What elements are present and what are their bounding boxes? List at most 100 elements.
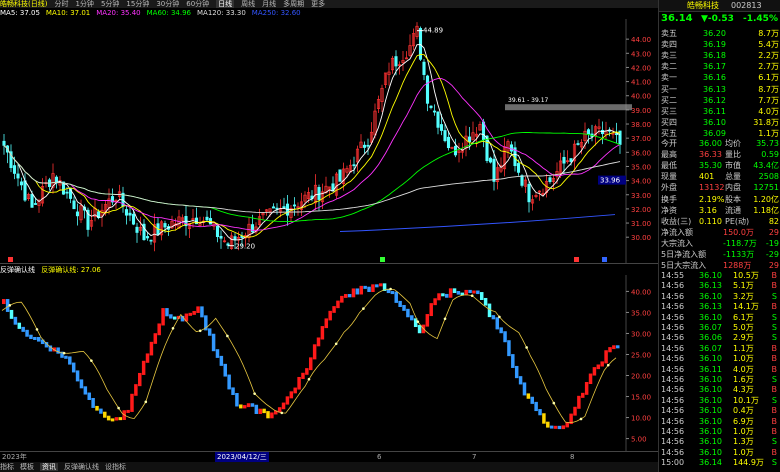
candle-body — [124, 209, 129, 216]
tick-row-11-cell-3: B — [771, 385, 778, 395]
tick-row-7-cell-1: 36.07 — [699, 343, 722, 353]
indicator-block — [371, 284, 375, 293]
indicator-block — [246, 403, 251, 408]
tick-row-6-cell-0: 14:56 — [661, 333, 685, 343]
indicator-dot — [226, 334, 229, 338]
indicator-block — [91, 397, 95, 408]
buy-level-2-cell-1: 36.12 — [703, 96, 726, 105]
indicator-dot — [362, 307, 365, 310]
indicator-block — [511, 354, 515, 368]
menu-item-3[interactable]: 15分钟 — [126, 0, 149, 8]
indicator-block — [600, 361, 604, 367]
chart-title: 皓畅科技(日线) — [0, 0, 48, 8]
stat-row-4: 外盘 13132 内盘 12751 — [659, 182, 780, 193]
bottom-tab-3[interactable]: 反弹确认线 — [64, 463, 99, 471]
candle-body — [282, 206, 286, 209]
indicator-block — [95, 405, 99, 411]
indicator-block — [215, 349, 220, 358]
indicator-block — [437, 293, 441, 301]
tick-row-10: 14:56 36.10 1.6万 S — [659, 374, 780, 385]
ma-label-2: MA20: 35.40 — [96, 9, 141, 17]
resistance-band — [505, 104, 632, 111]
menu-item-6[interactable]: 日线 — [216, 0, 235, 8]
tick-row-1-cell-0: 14:56 — [661, 281, 685, 291]
last-price: 36.14 — [661, 13, 693, 24]
menu-item-9[interactable]: 多周期 — [283, 0, 304, 8]
candle-body — [439, 124, 444, 131]
menu-item-5[interactable]: 60分钟 — [186, 0, 209, 8]
flow-row-2: 5日净流入额 -1133万 -29 — [659, 249, 780, 260]
price-tick-label: 34.00 — [631, 178, 651, 186]
tick-row-4: 14:56 36.10 6.1万 S — [659, 312, 780, 323]
bottom-tab-0[interactable]: 指标 — [0, 463, 14, 471]
candlestick-chart[interactable]: 44.00 43.00 42.00 41.00 40.00 39.00 38.00 37.00… — [0, 19, 658, 263]
tick-row-8: 14:56 36.10 1.0万 B — [659, 353, 780, 364]
indicator-block — [258, 408, 262, 414]
indicator-dot — [470, 294, 474, 298]
indicator-tick-label: 25.00 — [631, 351, 651, 359]
tick-row-0-cell-2: 10.5万 — [733, 271, 759, 280]
menu-item-10[interactable]: 更多 — [311, 0, 325, 8]
sell-level-1: 卖一 36.16 6.1万 — [659, 72, 780, 83]
indicator-block — [522, 382, 527, 396]
candle-body — [219, 236, 223, 239]
indicator-block — [207, 328, 212, 336]
indicator-block — [324, 318, 329, 329]
menu-item-4[interactable]: 30分钟 — [156, 0, 179, 8]
price-tick-label: 37.00 — [631, 135, 651, 143]
indicator-block — [13, 316, 18, 325]
indicator-header: 反弹确认线 反弹确认线: 27.06 — [0, 263, 658, 275]
tick-row-8-cell-0: 14:56 — [661, 354, 685, 364]
flow-row-1: 大宗流入 -118.7万 -19 — [659, 238, 780, 249]
indicator-block — [530, 396, 534, 404]
tick-row-13: 14:56 36.10 0.4万 B — [659, 405, 780, 416]
indicator-tick-label: 15.00 — [631, 394, 651, 402]
flow-row-2-cell-0: 5日净流入额 — [661, 250, 707, 259]
stat2-row-2-cell-1: 0.110 — [699, 217, 722, 226]
stat-row-0-cell-0: 今开 — [661, 139, 677, 148]
candle-body — [233, 236, 237, 241]
indicator-block — [17, 322, 22, 329]
stat2-row-0-cell-1: 2.19% — [699, 195, 725, 204]
tick-row-18-cell-0: 15:00 — [661, 458, 685, 468]
indicator-block — [410, 315, 414, 321]
high-label: 44.89 — [423, 27, 443, 35]
tick-row-4-cell-1: 36.10 — [699, 312, 722, 322]
indicator-block — [56, 347, 60, 354]
indicator-chart[interactable]: 40.00 35.00 30.00 25.00 20.00 15.00 10.00 5.00 — [0, 275, 658, 451]
stat-row-0-cell-3: 35.73 — [756, 139, 779, 148]
menu-item-8[interactable]: 月线 — [262, 0, 276, 8]
cursor-price: 33.96 — [600, 177, 621, 185]
tick-row-0-cell-3: B — [771, 271, 778, 280]
bottom-tab-1[interactable]: 模板 — [20, 463, 34, 471]
tick-row-12-cell-3: S — [771, 395, 777, 405]
menu-item-7[interactable]: 周线 — [241, 0, 255, 8]
bottom-tab-2[interactable]: 资讯 — [40, 463, 58, 471]
sell-level-5-cell-2: 8.7万 — [758, 29, 779, 38]
indicator-block — [270, 412, 274, 419]
indicator-block — [169, 314, 173, 319]
menu-item-1[interactable]: 1分钟 — [75, 0, 93, 8]
tick-row-10-cell-2: 1.6万 — [733, 375, 754, 384]
indicator-block — [103, 411, 107, 418]
indicator-block — [479, 292, 484, 300]
indicator-block — [367, 286, 371, 293]
bottom-tab-4[interactable]: 设指标 — [105, 463, 126, 471]
indicator-dot — [606, 363, 610, 367]
candle-body — [205, 216, 209, 221]
menu-item-0[interactable]: 分时 — [54, 0, 68, 8]
indicator-block — [592, 367, 597, 376]
indicator-block — [456, 291, 461, 295]
tick-row-4-cell-2: 6.1万 — [733, 312, 754, 322]
indicator-block — [301, 372, 305, 379]
indicator-block — [239, 404, 243, 409]
indicator-block — [242, 405, 247, 409]
menu-item-2[interactable]: 5分钟 — [101, 0, 119, 8]
tick-row-13-cell-1: 36.10 — [699, 406, 722, 416]
candle-body — [250, 224, 255, 233]
buy-level-1-cell-2: 8.7万 — [758, 85, 779, 94]
indicator-block — [503, 331, 507, 343]
indicator-block — [316, 337, 321, 347]
indicator-block — [402, 304, 406, 311]
tick-row-11: 14:56 36.10 4.3万 B — [659, 384, 780, 395]
